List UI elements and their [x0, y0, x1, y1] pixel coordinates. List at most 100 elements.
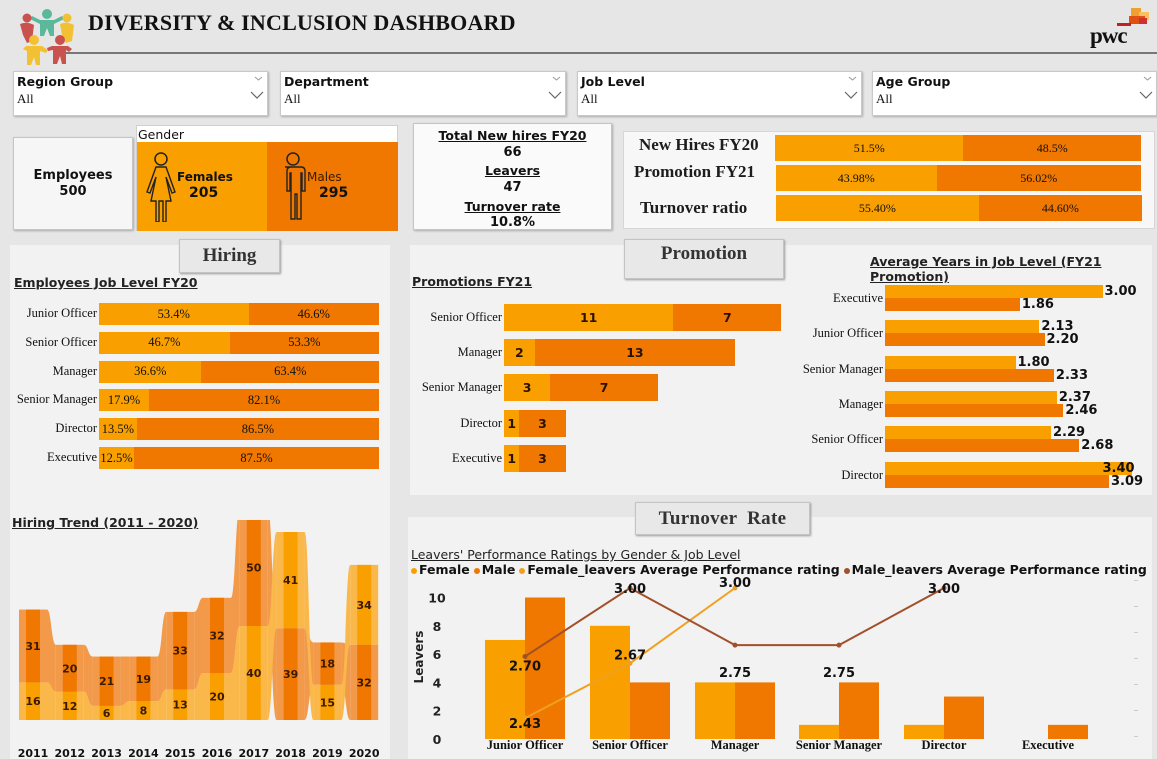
female-segment[interactable]: 51.5%: [775, 135, 964, 161]
data-label: 20: [209, 691, 225, 704]
female-segment[interactable]: 2: [504, 339, 535, 367]
gender-female-tile[interactable]: Females 205: [137, 142, 267, 231]
line-point[interactable]: [836, 642, 842, 648]
male-bar[interactable]: [885, 333, 1045, 347]
chevron-down-icon[interactable]: [1139, 90, 1153, 100]
female-bar[interactable]: [590, 625, 630, 739]
female-bar[interactable]: [799, 724, 839, 739]
pwc-wordmark: pwc: [1090, 23, 1128, 48]
male-segment[interactable]: 48.5%: [963, 135, 1141, 161]
stacked-bar: 11 7: [504, 304, 782, 331]
male-bar[interactable]: [944, 696, 984, 739]
x-tick-label: Junior Officer: [487, 738, 564, 752]
y-tick-label: 10: [428, 591, 446, 606]
line-point[interactable]: [732, 642, 738, 648]
female-bar[interactable]: [885, 426, 1052, 440]
category-label: Executive: [452, 450, 502, 465]
grid-tick: [1134, 736, 1138, 737]
slicer-job-level[interactable]: Job Level All: [577, 71, 862, 116]
male-segment[interactable]: 13: [534, 339, 735, 367]
female-segment[interactable]: 36.6%: [99, 360, 202, 383]
gender-male-tile[interactable]: Males 295: [267, 142, 398, 231]
chevron-down-icon[interactable]: [254, 74, 263, 83]
data-label: 34: [357, 599, 373, 612]
grid-tick: [1134, 684, 1138, 685]
slicer-region-group[interactable]: Region Group All: [13, 71, 268, 116]
male-segment[interactable]: 87.5%: [134, 447, 379, 469]
female-segment[interactable]: 43.98%: [776, 165, 937, 191]
female-bar[interactable]: [695, 682, 735, 739]
leavers-value: 47: [503, 180, 522, 195]
chevron-down-icon[interactable]: [552, 74, 561, 83]
male-bar[interactable]: [885, 403, 1064, 417]
data-label: 8: [140, 705, 148, 718]
female-segment[interactable]: 11: [504, 304, 674, 331]
female-bar[interactable]: [885, 320, 1040, 334]
male-segment[interactable]: 44.60%: [978, 195, 1142, 221]
female-segment[interactable]: 12.5%: [99, 447, 134, 469]
male-segment[interactable]: 3: [519, 409, 566, 437]
slicer-label: Job Level: [581, 74, 645, 89]
female-bar[interactable]: [885, 355, 1016, 369]
male-bar[interactable]: [630, 682, 670, 739]
chevron-down-icon[interactable]: [1143, 74, 1152, 83]
male-segment[interactable]: 53.3%: [229, 331, 379, 354]
female-segment[interactable]: 17.9%: [99, 389, 150, 412]
data-label: 31: [25, 640, 40, 653]
category-label: Senior Officer: [430, 310, 502, 324]
female-segment[interactable]: 1: [504, 409, 520, 437]
stacked-bar: 13.5% 86.5%: [99, 418, 379, 441]
female-bar[interactable]: [885, 461, 1132, 475]
female-bar[interactable]: [885, 285, 1103, 298]
grid-tick: [1134, 580, 1138, 581]
male-segment[interactable]: 86.5%: [136, 418, 379, 441]
male-segment[interactable]: 63.4%: [201, 360, 379, 383]
female-segment[interactable]: 46.7%: [99, 331, 230, 354]
male-segment[interactable]: 3: [519, 444, 566, 472]
male-segment[interactable]: 82.1%: [149, 389, 379, 412]
data-label: 32: [209, 629, 224, 642]
turnover-section-button[interactable]: Turnover Rate: [635, 502, 810, 535]
female-bar[interactable]: [885, 390, 1057, 404]
chevron-down-icon[interactable]: [250, 90, 264, 100]
female-segment[interactable]: 53.4%: [99, 303, 249, 325]
male-segment[interactable]: 46.6%: [248, 303, 379, 325]
male-bar[interactable]: [885, 474, 1110, 488]
male-segment[interactable]: 7: [673, 304, 782, 331]
line-point[interactable]: [522, 654, 528, 659]
male-segment[interactable]: 7: [550, 374, 658, 402]
x-tick-label: Manager: [711, 738, 760, 752]
male-bar[interactable]: [885, 298, 1020, 311]
female-segment[interactable]: 55.40%: [776, 195, 979, 221]
female-segment[interactable]: 13.5%: [99, 418, 137, 441]
chevron-down-icon[interactable]: [548, 90, 562, 100]
male-bar[interactable]: [885, 439, 1080, 453]
line-data-label: 3.00: [719, 576, 751, 591]
line-data-label: 2.75: [823, 666, 855, 681]
grid-tick: [1134, 606, 1138, 607]
male-bar[interactable]: [839, 682, 879, 739]
category-label: Director: [841, 467, 883, 482]
male-bar[interactable]: [1048, 724, 1088, 739]
female-segment[interactable]: 1: [504, 444, 520, 472]
category-label: Senior Manager: [802, 361, 883, 376]
female-segment[interactable]: 3: [504, 374, 551, 402]
promotion-section-button[interactable]: Promotion: [624, 239, 784, 279]
line-data-label: 3.00: [614, 582, 646, 597]
chevron-down-icon[interactable]: [844, 90, 858, 100]
hiring-section-button[interactable]: Hiring: [179, 239, 280, 273]
male-segment[interactable]: 56.02%: [936, 165, 1141, 191]
turnover-rate-value: 10.8%: [489, 215, 536, 230]
male-bar[interactable]: [735, 682, 775, 739]
male-bar[interactable]: [885, 368, 1054, 382]
male-value-label: 2.33: [1055, 367, 1088, 383]
category-label: Manager: [838, 396, 883, 411]
female-bar[interactable]: [904, 724, 944, 739]
legend-dot-icon: [473, 567, 480, 574]
chevron-down-icon[interactable]: [848, 74, 857, 83]
data-label: 18: [320, 658, 335, 671]
slicer-label: Department: [284, 74, 369, 89]
slicer-age-group[interactable]: Age Group All: [872, 71, 1157, 116]
employees-card: Employees 500: [13, 137, 133, 230]
slicer-department[interactable]: Department All: [280, 71, 566, 116]
